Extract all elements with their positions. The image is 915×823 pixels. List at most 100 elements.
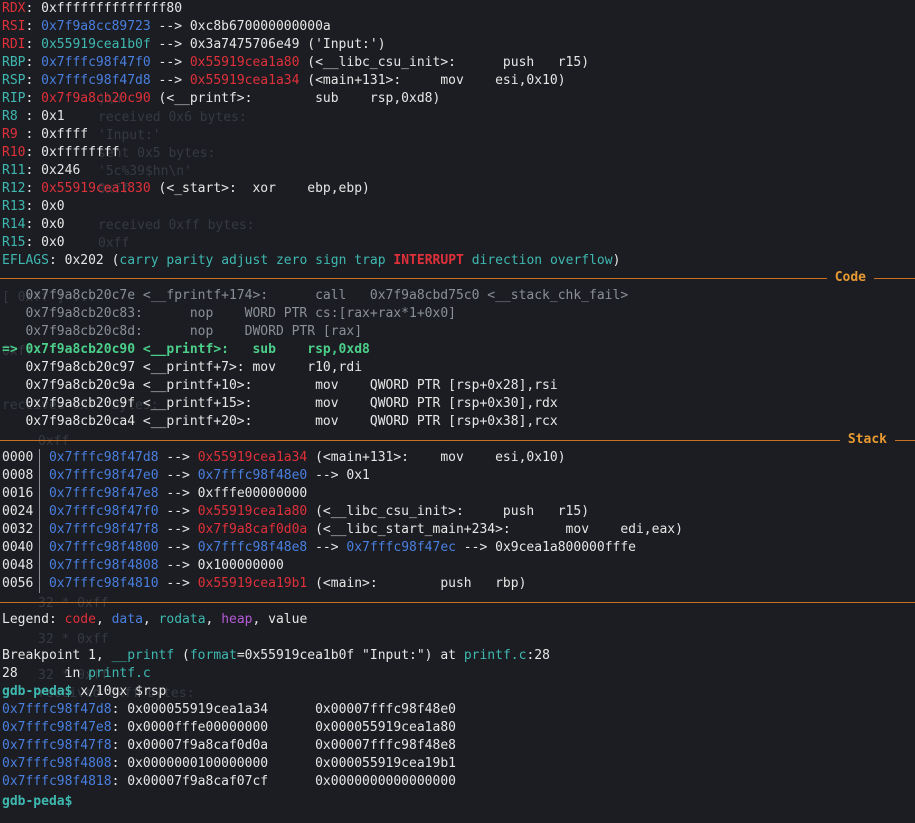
- source-file: printf.c: [88, 666, 151, 681]
- background-ghost-text: 0xff: [38, 434, 70, 449]
- code-address: 0x7f9a8cb20c9a <__printf+10>:: [25, 378, 316, 393]
- register-value: (<_start>: xor ebp,ebp): [150, 181, 370, 196]
- register-line: RIP: 0x7f9a8cb20c90 (<__printf>: sub rsp…: [2, 90, 440, 108]
- stack-section-label: Stack: [839, 431, 895, 449]
- register-name: R11: [2, 163, 26, 178]
- comma: ,: [142, 612, 159, 627]
- register-line: R11: 0x246: [2, 162, 80, 180]
- eflag-adjust: adjust: [221, 253, 269, 268]
- colon: :: [111, 702, 128, 717]
- paren: (: [103, 253, 120, 268]
- code-address: 0x7f9a8cb20c83:: [25, 306, 190, 321]
- stack-offset: 0016: [2, 486, 34, 501]
- code-instruction: sub rsp,0xd8: [252, 342, 370, 357]
- legend-item-code: code: [64, 612, 96, 627]
- register-value: 0xffffffff: [41, 145, 120, 160]
- register-value: --> 0xc8b670000000000a: [150, 19, 331, 34]
- register-colon: :: [25, 1, 42, 16]
- terminal-window[interactable]: )\n' received 0x6 bytes: 'Input:' sent 0x5 …: [0, 0, 915, 823]
- register-value: 0x0: [41, 235, 65, 250]
- background-ghost-text: received 0xff bytes:: [98, 218, 255, 233]
- gdb-prompt: gdb-peda$: [2, 684, 73, 699]
- code-instruction: mov QWORD PTR [rsp+0x28],rsi: [315, 378, 558, 393]
- register-line: R12: 0x55919cea1830 (<_start>: xor ebp,e…: [2, 180, 370, 198]
- dump-address: 0x7fffc98f4818: [2, 774, 112, 789]
- register-name: R13: [2, 199, 26, 214]
- colon: :: [111, 738, 128, 753]
- register-value: (<__printf>: sub rsp,0xd8): [150, 91, 441, 106]
- dump-value: 0x0000fffe00000000: [127, 720, 269, 735]
- legend-item-data: data: [111, 612, 143, 627]
- register-value: 0x55919cea1a34: [189, 73, 300, 88]
- register-colon: :: [25, 163, 42, 178]
- register-value: (<main+131>: mov esi,0x10): [299, 73, 566, 88]
- code-prefix: =>: [2, 342, 26, 357]
- register-line: RSP: 0x7fffc98f47d8 --> 0x55919cea1a34 (…: [2, 72, 566, 90]
- dump-value: 0x0000000000000000: [315, 774, 456, 789]
- stack-value: 0x7fffc98f48e0: [197, 468, 308, 483]
- code-line: 0x7f9a8cb20c83: nop WORD PTR cs:[rax+rax…: [2, 305, 455, 323]
- register-name: R10: [2, 145, 26, 160]
- dump-value: 0x0000000100000000: [127, 756, 269, 771]
- stack-line: 0056 0x7fffc98f4810 --> 0x55919cea19b1 (…: [2, 575, 526, 593]
- code-prefix: [2, 324, 25, 339]
- code-address: 0x7f9a8cb20c97 <__printf+7>:: [25, 360, 253, 375]
- stack-value: 0x7fffc98f4808: [48, 558, 159, 573]
- colon: :: [111, 756, 128, 771]
- eflags-value: 0x202: [64, 253, 104, 268]
- stack-value: 0x7fffc98f4800: [48, 540, 159, 555]
- register-colon: :: [25, 181, 42, 196]
- stack-offset: 0040: [2, 540, 34, 555]
- stack-line: 0016 0x7fffc98f47e8 --> 0xfffe00000000: [2, 485, 307, 503]
- legend-separator: [0, 602, 915, 603]
- background-ghost-text: 0xff: [98, 236, 130, 251]
- code-line: 0x7f9a8cb20ca4 <__printf+20>: mov QWORD …: [2, 413, 557, 431]
- register-name: RDI: [2, 37, 26, 52]
- register-name: RDX: [2, 1, 26, 16]
- register-line: RSI: 0x7f9a8cc89723 --> 0xc8b67000000000…: [2, 18, 331, 36]
- terminal-input[interactable]: [72, 791, 80, 805]
- stack-value: 0x7fffc98f47f0: [48, 504, 159, 519]
- stack-value: -->: [158, 522, 198, 537]
- stack-value: -->: [158, 468, 198, 483]
- stack-value: -->: [158, 504, 198, 519]
- dump-value: 0x000055919cea1a34: [127, 702, 269, 717]
- current-instruction-line: => 0x7f9a8cb20c90 <__printf>: sub rsp,0x…: [2, 341, 370, 359]
- register-colon: :: [25, 109, 42, 124]
- code-line: 0x7f9a8cb20c8d: nop DWORD PTR [rax]: [2, 323, 362, 341]
- eflag-sign: sign: [315, 253, 347, 268]
- breakpoint-arg-name: format: [189, 648, 237, 663]
- code-address: 0x7f9a8cb20c8d:: [25, 324, 190, 339]
- register-line: R10: 0xffffffff: [2, 144, 119, 162]
- register-value: 0xffff: [41, 127, 89, 142]
- legend-item-rodata: rodata: [158, 612, 206, 627]
- code-prefix: [2, 288, 25, 303]
- command-line: gdb-peda$ x/10gx $rsp: [2, 683, 166, 701]
- code-line: 0x7f9a8cb20c7e <__fprintf+174>: call 0x7…: [2, 287, 628, 305]
- stack-value: --> 0x1: [307, 468, 370, 483]
- paren: ): [612, 253, 621, 268]
- eflag-parity: parity: [166, 253, 214, 268]
- dump-address: 0x7fffc98f47e8: [2, 720, 112, 735]
- register-value: 0xffffffffffffff80: [41, 1, 183, 16]
- stack-value: 0x7fffc98f47e0: [48, 468, 159, 483]
- breakpoint-file: printf.c: [463, 648, 527, 663]
- register-colon: :: [25, 145, 42, 160]
- register-line: R8 : 0x1: [2, 108, 65, 126]
- stack-value: 0x7fffc98f47f8: [48, 522, 159, 537]
- breakpoint-line-number: :28: [526, 648, 550, 663]
- stack-value: (<__libc_csu_init>: push r15): [307, 504, 590, 519]
- register-value: 0x0: [41, 217, 65, 232]
- register-name: R15: [2, 235, 26, 250]
- register-colon: :: [25, 127, 42, 142]
- code-instruction: mov QWORD PTR [rsp+0x30],rdx: [315, 396, 558, 411]
- code-address: 0x7f9a8cb20ca4 <__printf+20>:: [25, 414, 316, 429]
